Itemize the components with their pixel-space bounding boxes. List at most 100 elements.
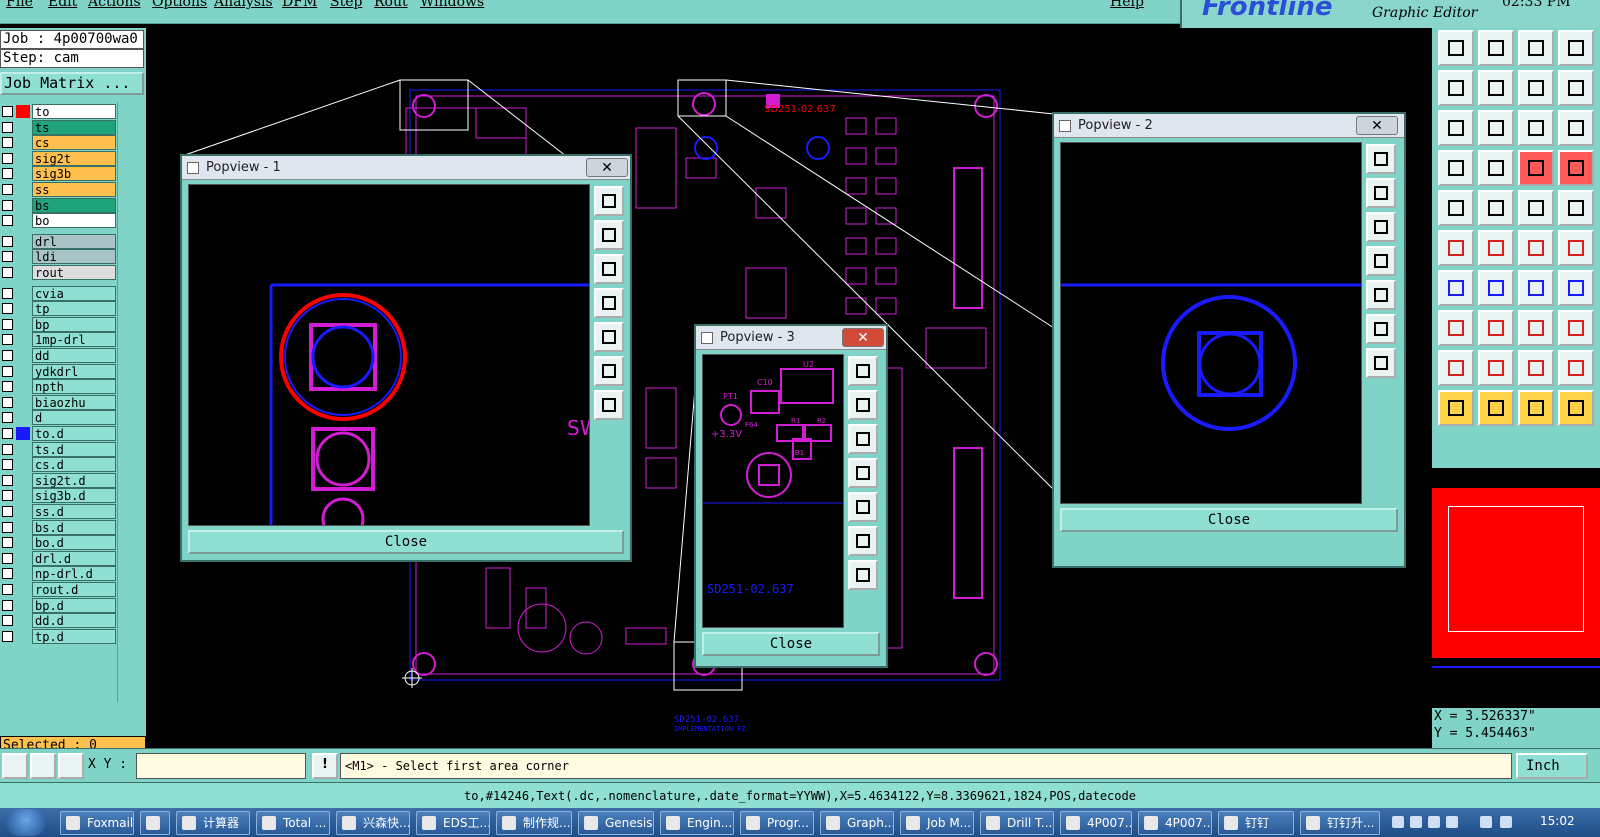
layer-checkbox[interactable] xyxy=(2,396,13,408)
start-button[interactable] xyxy=(6,809,46,836)
taskbar-item[interactable]: 4P007... xyxy=(1060,811,1132,835)
layer-row[interactable]: bp.d xyxy=(0,597,118,613)
taskbar-item[interactable]: 计算器 xyxy=(176,811,250,835)
layer-name[interactable]: drl.d xyxy=(32,550,116,566)
layer-name[interactable]: dd xyxy=(32,348,116,363)
triangle-a-tool-button[interactable] xyxy=(1478,350,1514,386)
layer-row[interactable]: sig2t xyxy=(0,150,118,166)
layer-row[interactable]: ldi xyxy=(0,249,118,265)
layer-row[interactable]: ydkdrl xyxy=(0,363,118,379)
tray-icon[interactable] xyxy=(1428,816,1440,828)
tray-icon[interactable] xyxy=(1480,816,1492,828)
pv-zoom-in-button[interactable] xyxy=(1366,314,1396,344)
job-matrix-button[interactable]: Job Matrix ... xyxy=(0,72,144,95)
layer-row[interactable]: ss.d xyxy=(0,504,118,519)
target-tool-button[interactable] xyxy=(1558,190,1594,226)
triangle-b-tool-button[interactable] xyxy=(1518,350,1554,386)
layer-checkbox[interactable] xyxy=(2,168,13,180)
snap-button[interactable] xyxy=(2,753,28,779)
layer-name[interactable]: sig3b xyxy=(32,166,116,182)
layer-row[interactable]: tp.d xyxy=(0,628,118,644)
layer-checkbox[interactable] xyxy=(2,251,13,263)
line-tool-tool-button[interactable] xyxy=(1478,270,1514,306)
layer-checkbox[interactable] xyxy=(2,568,13,580)
layer-checkbox[interactable] xyxy=(2,506,13,517)
menu-analysis[interactable]: Analysis xyxy=(214,0,273,10)
layer-row[interactable]: bo xyxy=(0,213,118,229)
execute-button[interactable]: ! xyxy=(312,753,338,779)
grid-button[interactable] xyxy=(58,753,84,779)
layer-checkbox[interactable] xyxy=(2,459,13,471)
triangle-c-tool-button[interactable] xyxy=(1558,350,1594,386)
pv-pan-up-button[interactable] xyxy=(594,220,624,250)
taskbar-item[interactable]: Job M... xyxy=(900,811,974,835)
pv-pan-down-button[interactable] xyxy=(1366,212,1396,242)
tray-icon[interactable] xyxy=(1500,816,1512,828)
layer-name[interactable]: to xyxy=(32,104,116,119)
taskbar-item[interactable] xyxy=(140,811,170,835)
pv-zoom-fit-button[interactable] xyxy=(848,356,878,386)
layer-row[interactable]: 1mp-drl xyxy=(0,332,118,348)
layer-name[interactable]: drl xyxy=(32,233,116,249)
taskbar-item[interactable]: Graph... xyxy=(820,811,894,835)
layer-name[interactable]: bs xyxy=(32,197,116,213)
layer-row[interactable]: drl.d xyxy=(0,550,118,566)
layer-name[interactable]: sig2t.d xyxy=(32,472,116,488)
pv-pan-down-button[interactable] xyxy=(594,254,624,284)
layer-row[interactable]: np-drl.d xyxy=(0,566,118,582)
popview-3-close-button[interactable]: Close xyxy=(702,632,880,656)
layer-checkbox[interactable] xyxy=(2,318,13,330)
layer-name[interactable]: ss xyxy=(32,182,116,197)
route-tool-button[interactable] xyxy=(1558,390,1594,426)
cut-tool-button[interactable] xyxy=(1478,310,1514,346)
taskbar-item[interactable]: Progr... xyxy=(740,811,814,835)
layer-name[interactable]: rout.d xyxy=(32,582,116,597)
pointer-b-tool-button[interactable] xyxy=(1478,390,1514,426)
layer-name[interactable]: to.d xyxy=(32,426,116,441)
layer-row[interactable]: to xyxy=(0,104,118,119)
layer-checkbox[interactable] xyxy=(2,365,13,377)
menu-help[interactable]: Help xyxy=(1110,0,1144,10)
connect-tool-button[interactable] xyxy=(1518,230,1554,266)
layer-row[interactable]: d xyxy=(0,410,118,426)
pv-zoom-out-button[interactable] xyxy=(848,560,878,590)
taskbar-item[interactable]: 制作规... xyxy=(496,811,572,835)
layer-row[interactable]: rout.d xyxy=(0,582,118,597)
help-tool-button[interactable] xyxy=(1558,110,1594,146)
pv-zoom-in-button[interactable] xyxy=(594,356,624,386)
pv-pan-right-button[interactable] xyxy=(594,322,624,352)
check-red-tool-button[interactable] xyxy=(1518,150,1554,186)
popview-1-close-x[interactable]: ✕ xyxy=(586,158,628,177)
zoom-tool-button[interactable] xyxy=(1438,110,1474,146)
layer-checkbox[interactable] xyxy=(2,303,13,315)
layer-checkbox[interactable] xyxy=(2,106,13,117)
tray-icon[interactable] xyxy=(1446,816,1458,828)
taskbar-item[interactable]: 钉钉 xyxy=(1218,811,1294,835)
layer-name[interactable]: tp xyxy=(32,301,116,317)
layer-row[interactable]: cvia xyxy=(0,285,118,301)
ruler-tool-button[interactable] xyxy=(1518,190,1554,226)
layer-checkbox[interactable] xyxy=(2,137,13,149)
pad-tool-button[interactable] xyxy=(1478,150,1514,186)
select-box-tool-button[interactable] xyxy=(1558,310,1594,346)
layer-row[interactable]: cs.d xyxy=(0,457,118,473)
menu-windows[interactable]: Windows xyxy=(420,0,484,10)
graphic-canvas[interactable]: SD251-02.637 SD251-02.637 IMPLEMENTATION… xyxy=(146,28,1432,748)
menu-step[interactable]: Step xyxy=(330,0,362,10)
home-tool-button[interactable] xyxy=(1518,30,1554,66)
resize-tool-button[interactable] xyxy=(1518,70,1554,106)
layer-checkbox[interactable] xyxy=(2,184,13,195)
arc-tool-button[interactable] xyxy=(1518,270,1554,306)
layer-checkbox[interactable] xyxy=(2,537,13,549)
layer-checkbox[interactable] xyxy=(2,521,13,533)
box-tool-button[interactable] xyxy=(1518,310,1554,346)
layer-name[interactable]: biaozhu xyxy=(32,394,116,410)
line-tool-button[interactable] xyxy=(1478,190,1514,226)
popview-1-title[interactable]: Popview - 1 xyxy=(182,156,630,180)
layer-name[interactable]: bp.d xyxy=(32,597,116,613)
layer-checkbox[interactable] xyxy=(2,474,13,486)
layer-checkbox[interactable] xyxy=(2,599,13,611)
copy-tool-button[interactable] xyxy=(1438,70,1474,106)
layer-checkbox[interactable] xyxy=(2,121,13,133)
pv-zoom-fit-button[interactable] xyxy=(1366,144,1396,174)
